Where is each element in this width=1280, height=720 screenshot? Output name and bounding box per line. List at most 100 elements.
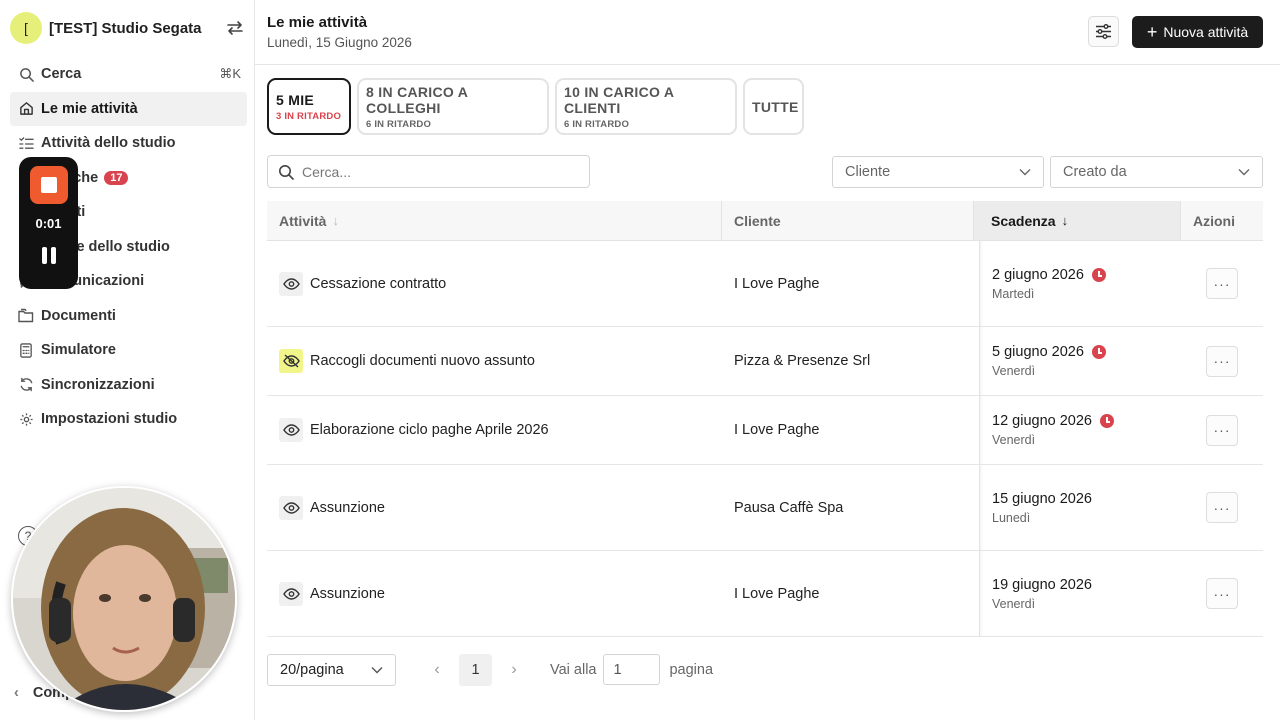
eye-icon[interactable]: [279, 271, 303, 296]
overdue-clock-icon: [1091, 345, 1106, 359]
sidebar-search-label: Cerca: [41, 66, 82, 83]
activity-cell[interactable]: Elaborazione ciclo paghe Aprile 2026: [267, 396, 722, 464]
pause-recording-button[interactable]: [41, 247, 56, 264]
sidebar-item-impostazioni[interactable]: Impostazioni studio: [10, 402, 247, 437]
current-page-button[interactable]: 1: [459, 653, 492, 686]
sidebar-item-label: Documenti: [41, 307, 116, 324]
prev-page-button[interactable]: ‹: [427, 661, 447, 679]
client-cell: I Love Paghe: [722, 396, 979, 464]
client-name: I Love Paghe: [734, 275, 820, 292]
pratiche-count-badge: 17: [104, 170, 129, 185]
sort-arrow-icon: ↓: [1061, 213, 1069, 228]
sidebar-item-my-tasks[interactable]: Le mie attività: [10, 91, 247, 126]
page-label: pagina: [669, 661, 714, 678]
eye-icon[interactable]: [279, 418, 303, 442]
column-header-activity[interactable]: Attività ↓: [267, 201, 722, 240]
sidebar: [ [TEST] Studio Segata Cerca ⌘K Le mie a…: [0, 0, 255, 720]
studio-switcher[interactable]: [ [TEST] Studio Segata: [10, 12, 246, 44]
due-date: 12 giugno 2026: [992, 413, 1092, 429]
stop-recording-button[interactable]: [29, 166, 68, 204]
tab-subtitle: 6 IN RITARDO: [564, 118, 630, 130]
tab-subtitle: 3 IN RITARDO: [276, 110, 342, 122]
per-page-select[interactable]: 20/pagina: [267, 653, 396, 686]
tab-clients[interactable]: 10 IN CARICO A CLIENTI 6 IN RITARDO: [555, 78, 737, 135]
eye-icon[interactable]: [279, 495, 303, 520]
tab-mine[interactable]: 5 MIE 3 IN RITARDO: [267, 78, 351, 135]
client-name: Pizza & Presenze Srl: [734, 353, 871, 369]
more-actions-button[interactable]: ···: [1206, 578, 1238, 609]
table-row[interactable]: Assunzione I Love Paghe 19 giugno 2026 Vene…: [267, 551, 1263, 637]
table-body: Cessazione contratto I Love Paghe 2 giugno…: [267, 241, 1263, 637]
activity-name: Assunzione: [310, 499, 385, 516]
app-window: [ [TEST] Studio Segata Cerca ⌘K Le mie a…: [0, 0, 1280, 720]
goto-page-input[interactable]: [603, 654, 661, 685]
more-actions-button[interactable]: ···: [1206, 345, 1238, 377]
table-row[interactable]: Raccogli documenti nuovo assunto Pizza & …: [267, 327, 1263, 396]
tab-title: 8 IN CARICO A COLLEGHI: [366, 83, 468, 116]
overdue-clock-icon: [1091, 267, 1106, 282]
eye-icon[interactable]: [279, 581, 303, 606]
more-actions-button[interactable]: ···: [1206, 268, 1238, 299]
more-actions-button[interactable]: ···: [1206, 414, 1238, 446]
actions-cell: ···: [1181, 396, 1263, 464]
new-activity-button[interactable]: + Nuova attività: [1132, 16, 1263, 48]
webcam-bubble: [11, 486, 237, 712]
due-cell: 5 giugno 2026 Venerdì: [979, 327, 1181, 395]
sidebar-item-label: Sincronizzazioni: [41, 376, 155, 393]
documents-icon: [18, 308, 34, 324]
gear-icon: [18, 411, 34, 427]
sidebar-item-simulatore[interactable]: Simulatore: [10, 333, 247, 368]
sidebar-item-studio-tasks[interactable]: Attività dello studio: [10, 126, 247, 161]
client-name: I Love Paghe: [734, 422, 820, 438]
more-actions-button[interactable]: ···: [1206, 492, 1238, 523]
table-row[interactable]: Cessazione contratto I Love Paghe 2 giugno…: [267, 241, 1263, 327]
eye-off-icon[interactable]: [279, 349, 303, 373]
sidebar-search[interactable]: Cerca ⌘K: [10, 57, 247, 92]
tab-all[interactable]: TUTTE: [743, 78, 804, 135]
due-weekday: Venerdì: [992, 364, 1036, 378]
due-weekday: Martedì: [992, 286, 1035, 301]
column-header-client[interactable]: Cliente: [722, 201, 974, 240]
due-cell: 19 giugno 2026 Venerdì: [979, 551, 1181, 636]
studio-name: [TEST] Studio Segata: [49, 19, 202, 37]
due-cell: 2 giugno 2026 Martedì: [979, 241, 1181, 326]
settings-sliders-button[interactable]: [1088, 16, 1119, 47]
per-page-value: 20/pagina: [280, 661, 344, 678]
tab-colleagues[interactable]: 8 IN CARICO A COLLEGHI 6 IN RITARDO: [357, 78, 549, 135]
sidebar-item-label: Simulatore: [41, 342, 116, 359]
column-header-due[interactable]: Scadenza ↓: [974, 201, 1181, 240]
client-cell: Pausa Caffè Spa: [722, 465, 979, 550]
sidebar-item-documenti[interactable]: Documenti: [10, 299, 247, 334]
chevron-down-icon: [1238, 169, 1250, 176]
next-page-button[interactable]: ›: [504, 661, 524, 679]
activity-cell[interactable]: Raccogli documenti nuovo assunto: [267, 327, 722, 395]
due-date: 19 giugno 2026: [992, 576, 1092, 593]
client-filter-select[interactable]: Cliente: [832, 156, 1044, 188]
tab-subtitle: 6 IN RITARDO: [366, 118, 432, 130]
activity-name: Raccogli documenti nuovo assunto: [310, 353, 535, 369]
due-weekday: Venerdì: [992, 596, 1036, 611]
activity-name: Assunzione: [310, 585, 385, 602]
actions-cell: ···: [1181, 465, 1263, 550]
search-input[interactable]: Cerca...: [267, 155, 590, 188]
column-label: Attività: [279, 212, 327, 229]
page-title: Le mie attività: [267, 14, 368, 31]
table-row[interactable]: Elaborazione ciclo paghe Aprile 2026 I Lo…: [267, 396, 1263, 465]
search-placeholder: Cerca...: [302, 163, 352, 180]
table-row[interactable]: Assunzione Pausa Caffè Spa 15 giugno 2026 L…: [267, 465, 1263, 551]
goto-label: Vai alla: [550, 661, 597, 678]
tab-title: 10 IN CARICO A CLIENTI: [564, 83, 674, 116]
checklist-icon: [18, 135, 34, 151]
calculator-icon: [18, 342, 34, 358]
sidebar-item-label: Le mie attività: [41, 100, 138, 117]
created-by-filter-select[interactable]: Creato da: [1050, 156, 1263, 188]
due-date: 2 giugno 2026: [992, 266, 1084, 283]
activity-cell[interactable]: Assunzione: [267, 465, 722, 550]
sidebar-item-sincronizzazioni[interactable]: Sincronizzazioni: [10, 368, 247, 403]
activity-cell[interactable]: Assunzione: [267, 551, 722, 636]
client-cell: I Love Paghe: [722, 241, 979, 326]
activities-table: Attività ↓ Cliente Scadenza ↓ Azioni Ces…: [267, 201, 1263, 637]
home-icon: [18, 101, 34, 117]
switch-studio-icon[interactable]: [224, 17, 246, 39]
activity-cell[interactable]: Cessazione contratto: [267, 241, 722, 326]
